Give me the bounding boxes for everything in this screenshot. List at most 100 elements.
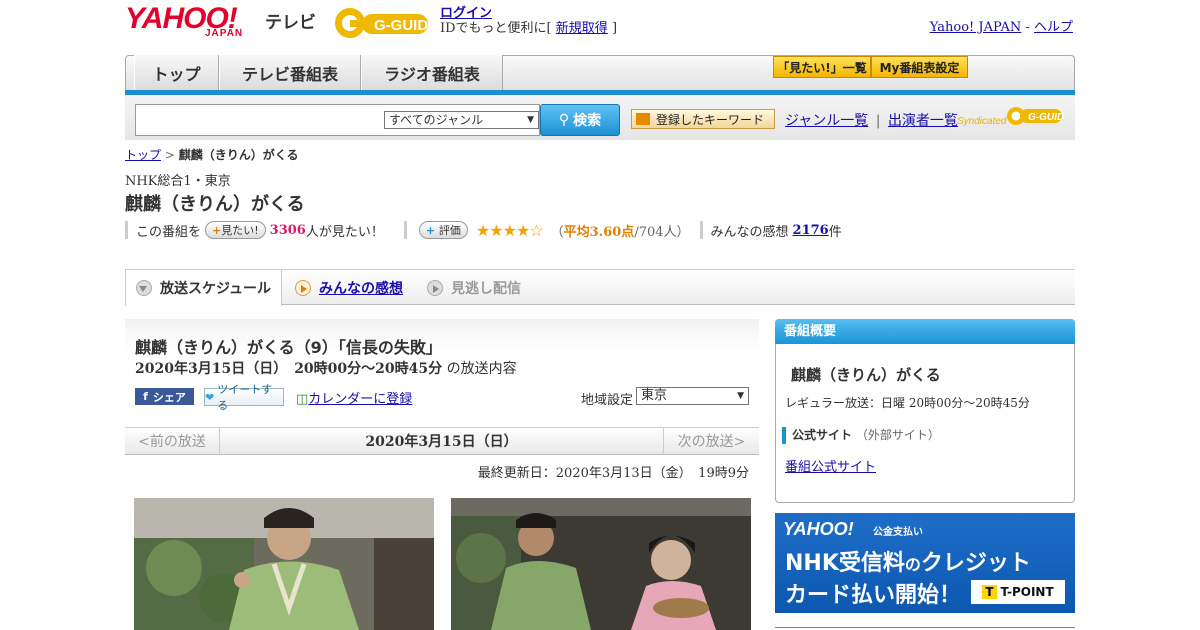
want-button[interactable]: +見たい! bbox=[205, 221, 266, 239]
want-button-label: 見たい! bbox=[221, 224, 259, 237]
last-updated: 最終更新日：2020年3月13日（金） 19時9分 bbox=[477, 466, 749, 481]
impressions-label: みんなの感想 bbox=[710, 224, 789, 240]
tv-label[interactable]: テレビ bbox=[265, 8, 316, 33]
breadcrumb: トップ > 麒麟（きりん）がくる bbox=[125, 146, 298, 163]
keyword-button-label: 登録したキーワード bbox=[656, 112, 765, 127]
want-suffix: 人が見たい！ bbox=[305, 224, 384, 240]
my-guide-settings-button[interactable]: My番組表設定 bbox=[871, 56, 968, 78]
official-site-link[interactable]: 番組公式サイト bbox=[785, 460, 876, 475]
help-link[interactable]: ヘルプ bbox=[1034, 20, 1073, 35]
tweet-button[interactable]: ❤ ツイートする bbox=[204, 383, 284, 412]
search-button[interactable]: ⚲ 検索 bbox=[540, 104, 620, 136]
channel-name: NHK総合1・東京 bbox=[125, 174, 231, 189]
rating-count: /704人 bbox=[634, 224, 677, 240]
tab-catchup[interactable]: 見逃し配信 bbox=[427, 270, 521, 305]
impressions-count-link[interactable]: 2176 bbox=[793, 223, 829, 238]
want-list-button[interactable]: 「見たい!」一覧 bbox=[773, 56, 871, 78]
official-site-heading: 公式サイト （外部サイト） bbox=[782, 427, 940, 444]
breadcrumb-separator: > bbox=[161, 148, 179, 162]
banner-line1-end: クレジット bbox=[920, 551, 1031, 576]
episode-title: 麒麟（きりん）がくる（9）「信長の失敗」 bbox=[135, 338, 442, 357]
banner-brand: YAHOO! bbox=[783, 519, 854, 539]
register-link[interactable]: 新規取得 bbox=[556, 21, 608, 36]
tpoint-icon: T bbox=[982, 585, 997, 599]
episode-photo-1[interactable] bbox=[134, 498, 434, 630]
official-site-label: 公式サイト bbox=[792, 428, 853, 442]
tab-schedule-icon bbox=[136, 280, 152, 296]
top-links: Yahoo! JAPAN - ヘルプ bbox=[930, 16, 1073, 35]
next-broadcast-button[interactable]: 次の放送> bbox=[663, 427, 759, 455]
nav-tab-top[interactable]: トップ bbox=[134, 55, 219, 90]
rate-button[interactable]: + 評価 bbox=[418, 221, 468, 239]
official-site-link-wrap: 番組公式サイト bbox=[785, 456, 876, 475]
facebook-share-label: シェア bbox=[152, 390, 186, 404]
rating-close: ） bbox=[676, 224, 690, 240]
yahoo-japan-link[interactable]: Yahoo! JAPAN bbox=[930, 20, 1022, 35]
tweet-label: ツイートする bbox=[217, 383, 273, 412]
current-broadcast-date: 2020年3月15日（日） bbox=[365, 434, 518, 450]
nhk-fee-banner[interactable]: YAHOO! 公金支払い NHK受信料のクレジット カード払い開始！ T T-PO… bbox=[775, 513, 1075, 613]
impressions-unit: 件 bbox=[828, 224, 842, 240]
login-area: ログイン IDでもっと便利に[ 新規取得 ] bbox=[440, 6, 617, 36]
prev-broadcast-button[interactable]: <前の放送 bbox=[125, 427, 220, 455]
rating-average: 平均3.60点 bbox=[563, 224, 635, 240]
calendar-link[interactable]: カレンダーに登録 bbox=[308, 392, 412, 407]
program-overview-heading: 番組概要 bbox=[775, 319, 1075, 344]
program-overview-box bbox=[775, 319, 1075, 503]
registered-keyword-button[interactable]: 登録したキーワード bbox=[631, 109, 775, 129]
login-link[interactable]: ログイン bbox=[440, 6, 492, 21]
banner-line2: カード払い開始！ bbox=[785, 583, 962, 608]
syndicated-gguide-logo: Syndicated G-GUIDE bbox=[957, 103, 1064, 129]
nav-tab-radio-guide[interactable]: ラジオ番組表 bbox=[361, 55, 503, 90]
search-button-label: 検索 bbox=[573, 113, 602, 129]
want-count: 3306 bbox=[269, 222, 306, 238]
rating-open: （ bbox=[550, 224, 564, 240]
cast-list-link[interactable]: 出演者一覧 bbox=[888, 113, 958, 129]
syndicated-label: Syndicated bbox=[957, 115, 1007, 127]
nav-tab-tv-guide[interactable]: テレビ番組表 bbox=[219, 55, 361, 90]
tab-impressions[interactable]: みんなの感想 bbox=[295, 270, 403, 305]
top-links-separator: - bbox=[1021, 20, 1034, 35]
rate-button-label: 評価 bbox=[438, 224, 461, 237]
genre-select[interactable]: すべてのジャンル ▼ bbox=[384, 111, 539, 129]
search-links-divider: | bbox=[875, 113, 881, 129]
breadcrumb-current: 麒麟（きりん）がくる bbox=[178, 148, 299, 162]
banner-line1: NHK受信料のクレジット bbox=[785, 545, 1031, 577]
rating-stars-icon: ★★★★☆ bbox=[475, 220, 544, 240]
banner-brand-sub: 公金支払い bbox=[873, 527, 923, 538]
facebook-icon: f bbox=[143, 390, 148, 403]
tab-catchup-icon bbox=[427, 279, 443, 296]
banner-line1-small: の bbox=[904, 555, 921, 574]
tab-catchup-label: 見逃し配信 bbox=[451, 280, 521, 297]
plus-icon: + bbox=[212, 224, 222, 237]
plus-icon: + bbox=[425, 224, 439, 237]
overview-program-title: 麒麟（きりん）がくる bbox=[791, 366, 941, 384]
login-prompt-post: ] bbox=[611, 21, 618, 36]
tab-impressions-label: みんなの感想 bbox=[319, 280, 403, 297]
tab-impressions-icon bbox=[295, 279, 311, 296]
gguide-text: G-GUIDE bbox=[374, 17, 434, 34]
genre-select-value: すべてのジャンル bbox=[389, 113, 484, 127]
search-icon: ⚲ bbox=[558, 112, 570, 128]
tpoint-badge: T T-POINT bbox=[971, 580, 1065, 604]
episode-date-suffix: の放送内容 bbox=[446, 361, 517, 377]
facebook-share-button[interactable]: f シェア bbox=[135, 388, 194, 405]
regular-broadcast: レギュラー放送：日曜 20時00分～20時45分 bbox=[785, 396, 1030, 410]
tab-schedule-label: 放送スケジュール bbox=[160, 281, 272, 297]
region-select-value: 東京 bbox=[641, 388, 668, 403]
calendar-register: ◫カレンダーに登録 bbox=[296, 388, 412, 407]
chevron-down-icon: ▼ bbox=[737, 391, 744, 401]
episode-date: 2020年3月15日（日） 20時00分～20時45分 bbox=[135, 361, 443, 377]
program-title: 麒麟（きりん）がくる bbox=[125, 194, 305, 215]
program-stats: この番組を +見たい! 3306 人が見たい！ + 評価 ★★★★☆ （平均3.… bbox=[125, 220, 842, 240]
region-label: 地域設定 bbox=[581, 393, 634, 408]
yahoo-logo-japan: JAPAN bbox=[205, 28, 244, 39]
breadcrumb-home[interactable]: トップ bbox=[125, 148, 161, 162]
tpoint-label: T-POINT bbox=[1000, 585, 1054, 599]
tab-schedule[interactable]: 放送スケジュール bbox=[125, 269, 282, 306]
twitter-icon: ❤ bbox=[205, 390, 215, 404]
official-site-note: （外部サイト） bbox=[855, 428, 940, 442]
episode-photo-2[interactable] bbox=[451, 498, 751, 630]
genre-list-link[interactable]: ジャンル一覧 bbox=[785, 113, 868, 129]
region-select[interactable]: 東京 ▼ bbox=[636, 387, 749, 405]
